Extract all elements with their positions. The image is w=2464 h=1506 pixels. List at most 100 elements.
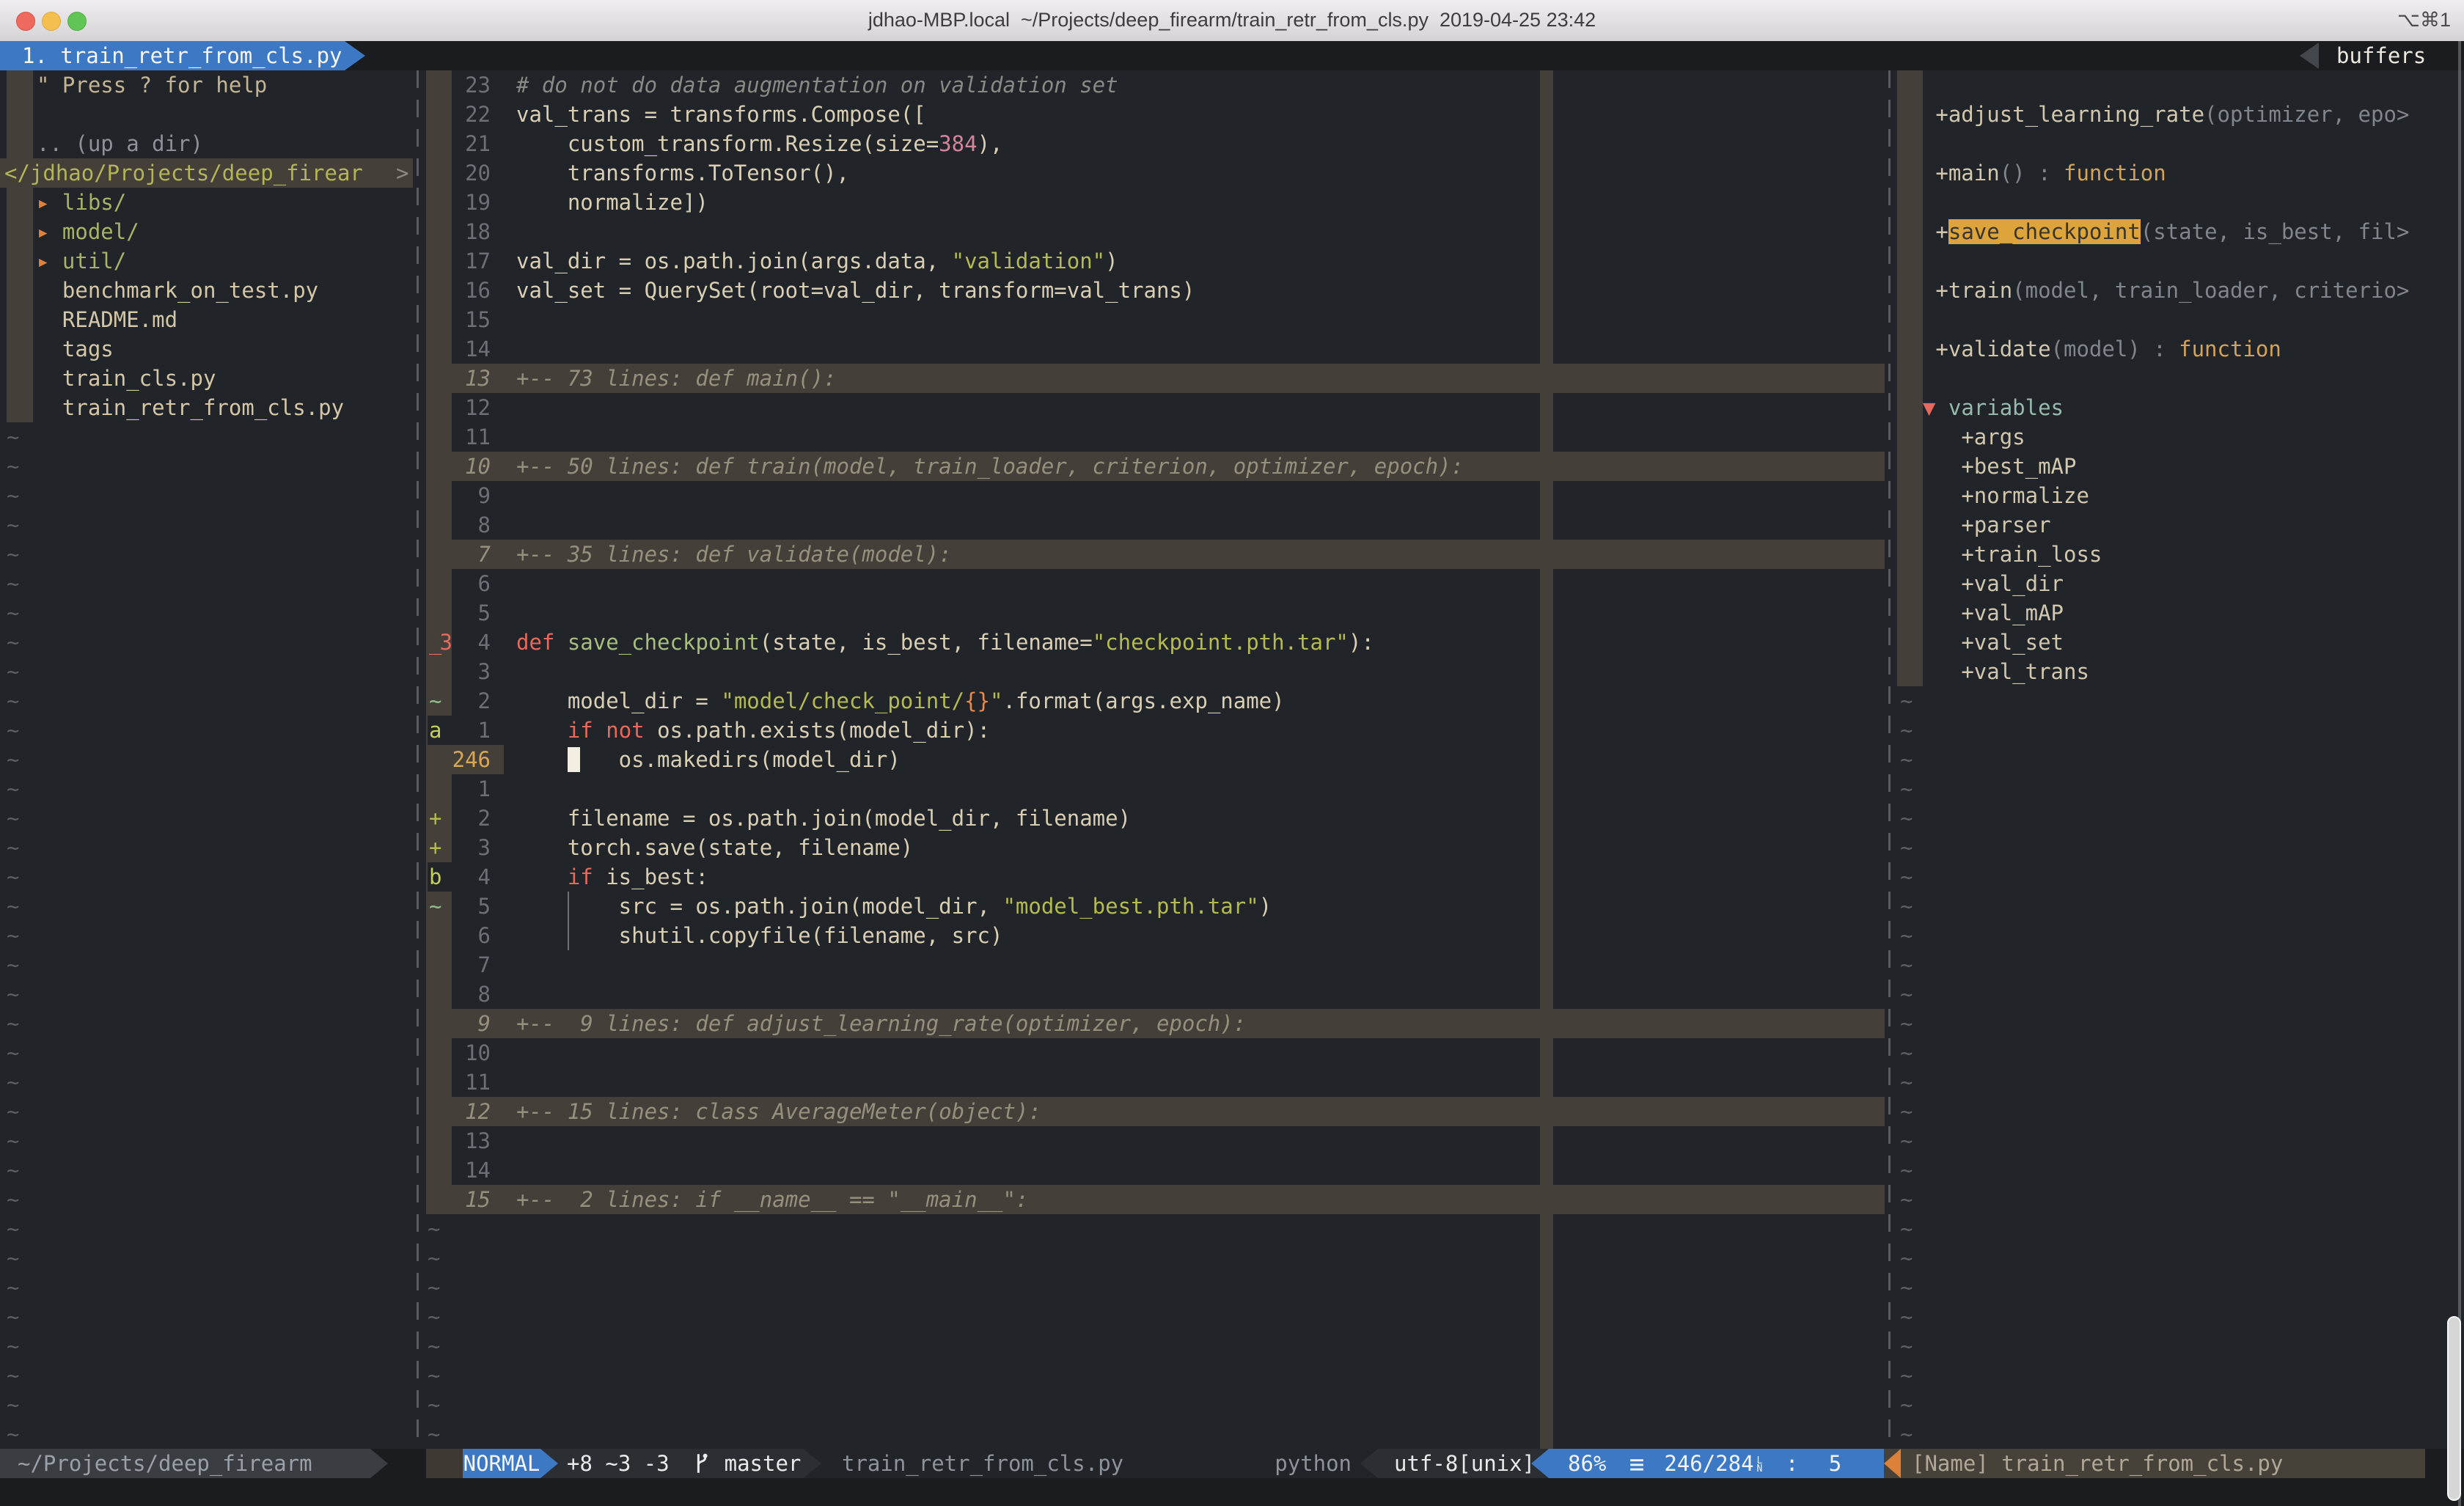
empty-line: ~ [1897, 1244, 2464, 1273]
airline: NORMAL +8 ~3 -3 master train_retr_from_c… [426, 1449, 1884, 1478]
code-line[interactable]: 17val_dir = os.path.join(args.data, "val… [426, 246, 1885, 276]
code-line[interactable]: 6 [426, 569, 1885, 598]
tree-dir-item[interactable]: ▸ model/ [0, 217, 413, 246]
tag-item[interactable]: +val_trans [1897, 657, 2464, 686]
code-line[interactable]: 11 [426, 1068, 1885, 1097]
code-line[interactable]: 11 [426, 422, 1885, 452]
window-separator[interactable] [1888, 70, 1891, 1449]
tree-root[interactable]: </jdhao/Projects/deep_firear> [0, 158, 413, 188]
fold-line[interactable]: 10+-- 50 lines: def train(model, train_l… [426, 452, 1885, 481]
code-line[interactable]: a1 if not os.path.exists(model_dir): [426, 716, 1885, 745]
code-line[interactable]: 18 [426, 217, 1885, 246]
tag-item[interactable]: +best_mAP [1897, 452, 2464, 481]
tag-item[interactable]: +normalize [1897, 481, 2464, 510]
line-number-icon: LN [1757, 1457, 1763, 1473]
minimize-icon[interactable] [42, 12, 61, 31]
line-number: 20 [452, 158, 491, 188]
tag-item[interactable]: +adjust_learning_rate(optimizer, epo> [1897, 100, 2464, 129]
code-line[interactable]: 13 [426, 1126, 1885, 1156]
code-line[interactable]: 20 transforms.ToTensor(), [426, 158, 1885, 188]
tab-arrow-icon [345, 41, 365, 70]
tag-item[interactable]: +main() : function [1897, 158, 2464, 188]
empty-line: ~ [0, 892, 413, 921]
code-line[interactable]: ~5 src = os.path.join(model_dir, "model_… [426, 892, 1885, 921]
tree-file-item[interactable]: README.md [0, 305, 413, 334]
line-number: 14 [452, 334, 491, 364]
code-line[interactable]: _34def save_checkpoint(state, is_best, f… [426, 628, 1885, 657]
code-line[interactable]: 15 [426, 305, 1885, 334]
code-line[interactable]: b4 if is_best: [426, 862, 1885, 892]
scrollbar-thumb[interactable] [2447, 1316, 2461, 1501]
code-line[interactable]: 8 [426, 980, 1885, 1009]
tag-item[interactable]: +train(model, train_loader, criterio> [1897, 276, 2464, 305]
code-line[interactable]: 14 [426, 1156, 1885, 1185]
code-line[interactable]: 6 shutil.copyfile(filename, src) [426, 921, 1885, 950]
close-icon[interactable] [16, 12, 35, 31]
code-line[interactable]: 8 [426, 510, 1885, 540]
empty-line: ~ [1897, 921, 2464, 950]
code-line[interactable]: +2 filename = os.path.join(model_dir, fi… [426, 804, 1885, 833]
fold-line[interactable]: 9+-- 9 lines: def adjust_learning_rate(o… [426, 1009, 1885, 1038]
code-line[interactable]: 5 [426, 598, 1885, 628]
filetype-status: python [1196, 1449, 1352, 1478]
empty-line: ~ [426, 1244, 1885, 1273]
empty-line: ~ [0, 1068, 413, 1097]
code-line[interactable]: 10 [426, 1038, 1885, 1068]
code-line[interactable]: 1 [426, 774, 1885, 804]
tag-blank [1897, 188, 2464, 217]
empty-line: ~ [0, 686, 413, 716]
code-line[interactable]: 3 [426, 657, 1885, 686]
tree-file-item[interactable]: train_cls.py [0, 364, 413, 393]
code-line[interactable]: 21 custom_transform.Resize(size=384), [426, 129, 1885, 158]
fold-line[interactable]: 13+-- 73 lines: def main(): [426, 364, 1885, 393]
tag-item[interactable]: +parser [1897, 510, 2464, 540]
empty-line: ~ [0, 1273, 413, 1302]
code-line[interactable]: ~2 model_dir = "model/check_point/{}".fo… [426, 686, 1885, 716]
tag-item[interactable]: +args [1897, 422, 2464, 452]
tree-file-item[interactable]: benchmark_on_test.py [0, 276, 413, 305]
line-number: 3 [452, 833, 491, 862]
tree-up-dir[interactable]: .. (up a dir) [0, 129, 413, 158]
code-line[interactable]: 14 [426, 334, 1885, 364]
tree-file-item[interactable]: train_retr_from_cls.py [0, 393, 413, 422]
empty-line: ~ [0, 716, 413, 745]
tree-file-item[interactable]: tags [0, 334, 413, 364]
tag-item[interactable]: +val_mAP [1897, 598, 2464, 628]
code-line[interactable]: 19 normalize]) [426, 188, 1885, 217]
code-line[interactable]: 12 [426, 393, 1885, 422]
tag-scope-variables[interactable]: ▼ variables [1897, 393, 2464, 422]
tag-item[interactable]: +validate(model) : function [1897, 334, 2464, 364]
code-line[interactable]: 9 [426, 481, 1885, 510]
code-window: 23# do not do data augmentation on valid… [426, 70, 1885, 1449]
tag-item[interactable]: +val_dir [1897, 569, 2464, 598]
code-line[interactable]: 16val_set = QuerySet(root=val_dir, trans… [426, 276, 1885, 305]
fold-line[interactable]: 15+-- 2 lines: if __name__ == "__main__"… [426, 1185, 1885, 1214]
empty-line: ~ [0, 774, 413, 804]
tag-item[interactable]: +val_set [1897, 628, 2464, 657]
code-line[interactable]: 22val_trans = transforms.Compose([ [426, 100, 1885, 129]
tag-blank [1897, 70, 2464, 100]
code-line[interactable]: 246 os.makedirs(model_dir) [426, 745, 1885, 774]
zoom-icon[interactable] [67, 12, 87, 31]
empty-line: ~ [0, 540, 413, 569]
code-line[interactable]: 7 [426, 950, 1885, 980]
tab-active[interactable]: 1. train_retr_from_cls.py [0, 41, 345, 70]
tag-item[interactable]: +train_loss [1897, 540, 2464, 569]
empty-line: ~ [1897, 1214, 2464, 1244]
fold-line[interactable]: 7+-- 35 lines: def validate(model): [426, 540, 1885, 569]
empty-line: ~ [0, 950, 413, 980]
line-number: 2 [452, 804, 491, 833]
line-number: 10 [452, 452, 491, 481]
fold-line[interactable]: 12+-- 15 lines: class AverageMeter(objec… [426, 1097, 1885, 1126]
line-number: 22 [452, 100, 491, 129]
titlebar: jdhao-MBP.local ~/Projects/deep_firearm/… [0, 0, 2464, 43]
tree-dir-item[interactable]: ▸ util/ [0, 246, 413, 276]
code-line[interactable]: +3 torch.save(state, filename) [426, 833, 1885, 862]
window-separator[interactable] [417, 70, 419, 1449]
powerline-arrow-icon [1884, 1449, 1901, 1478]
buffers-label[interactable]: buffers [2336, 41, 2426, 70]
tree-dir-item[interactable]: ▸ libs/ [0, 188, 413, 217]
tag-item[interactable]: +save_checkpoint(state, is_best, fil> [1897, 217, 2464, 246]
code-line[interactable]: 23# do not do data augmentation on valid… [426, 70, 1885, 100]
git-section: +8 ~3 -3 master [540, 1449, 804, 1478]
